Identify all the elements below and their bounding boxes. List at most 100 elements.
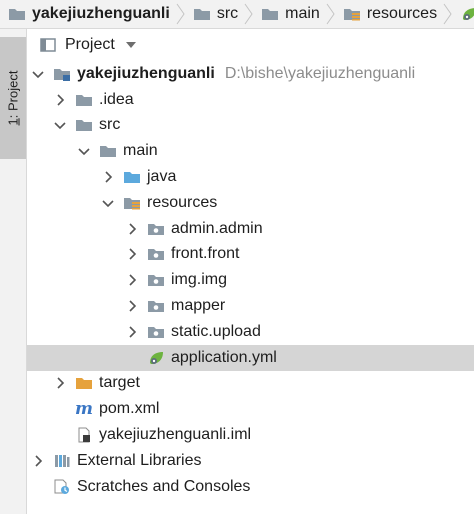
navigation-bar: yakejiuzhenguanli src main resources app xyxy=(0,0,474,29)
view-dropdown-button[interactable] xyxy=(125,40,137,50)
chevron-right-icon xyxy=(125,247,139,261)
tree-item-resources[interactable]: resources xyxy=(27,190,474,216)
spring-leaf-icon xyxy=(460,6,474,22)
tree-item-label: java xyxy=(147,168,177,186)
breadcrumb-item-resources[interactable]: resources xyxy=(335,0,452,28)
expand-toggle[interactable] xyxy=(125,325,139,339)
chevron-right-icon xyxy=(101,170,115,184)
spring-leaf-icon xyxy=(147,350,165,366)
breadcrumb-label: main xyxy=(285,5,320,22)
expand-toggle[interactable] xyxy=(125,273,139,287)
expand-toggle[interactable] xyxy=(53,118,67,132)
tree-item-label: Scratches and Consoles xyxy=(77,477,251,495)
expand-toggle[interactable] xyxy=(125,222,139,236)
folder-icon xyxy=(193,6,211,22)
excluded-folder-icon xyxy=(75,375,93,391)
chevron-down-icon xyxy=(53,118,67,132)
chevron-right-icon xyxy=(125,325,139,339)
scratches-icon xyxy=(53,479,71,495)
module-file-icon xyxy=(75,427,93,443)
breadcrumb-separator xyxy=(326,3,335,25)
tree-item-idea[interactable]: .idea xyxy=(27,87,474,113)
tree-item-external-libraries[interactable]: External Libraries xyxy=(27,448,474,474)
tree-item-label: img.img xyxy=(171,271,228,289)
tree-item-label: .idea xyxy=(99,90,134,108)
package-folder-icon xyxy=(147,272,165,288)
project-view-title: Project xyxy=(65,36,115,53)
expand-toggle[interactable] xyxy=(125,299,139,313)
expand-toggle[interactable] xyxy=(101,170,115,184)
chevron-right-icon xyxy=(53,93,67,107)
resources-folder-icon xyxy=(123,195,141,211)
project-window-icon xyxy=(39,37,57,53)
folder-icon xyxy=(75,92,93,108)
tree-item-label: yakejiuzhenguanli.iml xyxy=(99,426,252,444)
tree-item-label: mapper xyxy=(171,297,226,315)
folder-icon xyxy=(75,117,93,133)
tree-item-iml[interactable]: yakejiuzhenguanli.iml xyxy=(27,422,474,448)
tree-item-target[interactable]: target xyxy=(27,371,474,397)
project-tool-window-tab[interactable]: 1: Project xyxy=(0,37,26,159)
chevron-down-icon xyxy=(125,42,136,48)
breadcrumb-label: yakejiuzhenguanli xyxy=(32,5,170,22)
project-tab-label: 1: Project xyxy=(5,70,21,126)
chevron-right-icon xyxy=(31,454,45,468)
breadcrumb-item-main[interactable]: main xyxy=(253,0,335,28)
tree-item-application-yml[interactable]: application.yml xyxy=(27,344,474,371)
breadcrumb-item-application[interactable]: app xyxy=(452,0,474,28)
tree-item-label: target xyxy=(99,374,140,392)
tree-item-label: src xyxy=(99,116,121,134)
tree-item-front[interactable]: front.front xyxy=(27,242,474,268)
source-folder-icon xyxy=(123,169,141,185)
expand-toggle[interactable] xyxy=(125,247,139,261)
chevron-down-icon xyxy=(101,196,115,210)
tree-item-label: main xyxy=(123,142,158,160)
tree-item-main[interactable]: main xyxy=(27,138,474,164)
module-folder-icon xyxy=(53,66,71,82)
breadcrumb-separator xyxy=(443,3,452,25)
breadcrumb-separator xyxy=(176,3,185,25)
tree-item-admin[interactable]: admin.admin xyxy=(27,216,474,242)
expand-toggle[interactable] xyxy=(77,144,91,158)
tree-item-scratches[interactable]: Scratches and Consoles xyxy=(27,474,474,500)
tree-item-java[interactable]: java xyxy=(27,164,474,190)
tree-item-label: front.front xyxy=(171,245,240,263)
project-tree: yakejiuzhenguanli D:\bishe\yakejiuzhengu… xyxy=(27,61,474,500)
chevron-right-icon xyxy=(125,222,139,236)
tree-item-root-module[interactable]: yakejiuzhenguanli D:\bishe\yakejiuzhengu… xyxy=(27,61,474,87)
tree-item-mapper[interactable]: mapper xyxy=(27,293,474,319)
tree-item-label: static.upload xyxy=(171,322,261,340)
breadcrumb-item-project[interactable]: yakejiuzhenguanli xyxy=(0,0,185,28)
tool-window-stripe: 1: Project xyxy=(0,29,27,514)
tree-item-label: resources xyxy=(147,193,218,211)
chevron-down-icon xyxy=(77,144,91,158)
tree-item-label: External Libraries xyxy=(77,451,202,469)
tree-item-img[interactable]: img.img xyxy=(27,267,474,293)
breadcrumb-label: resources xyxy=(366,5,438,22)
package-folder-icon xyxy=(147,221,165,237)
tree-item-src[interactable]: src xyxy=(27,113,474,139)
breadcrumb-label: src xyxy=(216,5,239,22)
expand-toggle[interactable] xyxy=(31,454,45,468)
expand-toggle[interactable] xyxy=(53,93,67,107)
resources-folder-icon xyxy=(343,6,361,22)
package-folder-icon xyxy=(147,246,165,262)
breadcrumb-item-src[interactable]: src xyxy=(185,0,253,28)
chevron-right-icon xyxy=(125,273,139,287)
chevron-down-icon xyxy=(31,67,45,81)
expand-toggle[interactable] xyxy=(53,376,67,390)
libraries-icon xyxy=(53,453,71,469)
folder-icon xyxy=(8,6,26,22)
tree-item-label: application.yml xyxy=(171,348,277,366)
expand-toggle[interactable] xyxy=(101,196,115,210)
tree-item-label: admin.admin xyxy=(171,219,263,237)
tree-item-pom-xml[interactable]: m pom.xml xyxy=(27,396,474,422)
chevron-right-icon xyxy=(53,376,67,390)
folder-icon xyxy=(261,6,279,22)
tree-item-label: yakejiuzhenguanli xyxy=(77,64,215,82)
maven-icon: m xyxy=(75,399,93,420)
breadcrumb-separator xyxy=(244,3,253,25)
tree-item-static[interactable]: static.upload xyxy=(27,319,474,345)
expand-toggle[interactable] xyxy=(31,67,45,81)
chevron-right-icon xyxy=(125,299,139,313)
